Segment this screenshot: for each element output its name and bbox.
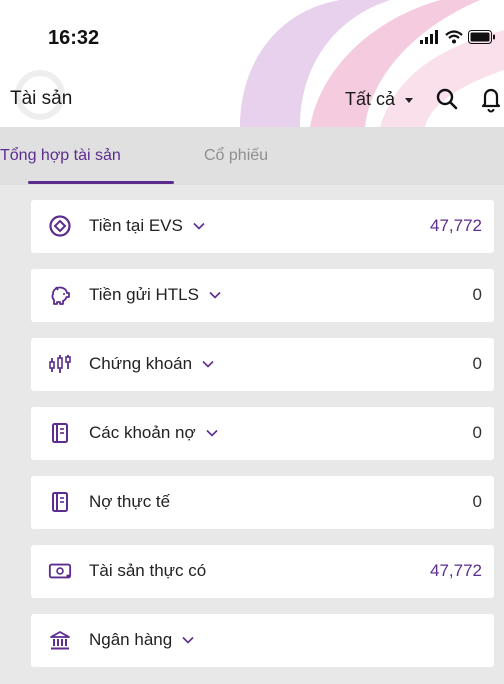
chevron-down-icon [209,291,221,299]
card-label: Tiền gửi HTLS [89,285,221,305]
card-value: 0 [472,492,482,511]
card-value: 47,772 [430,561,482,580]
title-row: Tài sản Tất cả [0,80,504,120]
status-icons [420,28,496,46]
card-label-text: Nợ thực tế [89,492,171,511]
bank-icon [48,628,72,652]
card-label: Nợ thực tế [89,492,170,512]
ledger-icon [48,490,72,514]
signal-icon [420,30,438,44]
card-liabilities[interactable]: Các khoản nợ 0 [31,407,494,460]
asset-content: Tổng hợp tài sản Cổ phiếu Tiền tại EVS 4… [0,127,504,684]
card-value: 0 [472,423,482,442]
search-icon[interactable] [434,86,460,112]
card-label: Ngân hàng [89,630,194,650]
card-label-text: Tiền tại EVS [89,216,183,235]
battery-icon [468,30,495,44]
card-label: Tiền tại EVS [89,216,205,236]
card-value: 0 [472,354,482,373]
card-value: 47,772 [430,216,482,235]
chevron-down-icon [193,222,205,230]
card-securities[interactable]: Chứng khoán 0 [31,338,494,391]
active-tab-indicator [28,181,174,184]
chevron-down-icon [202,360,214,368]
bell-icon[interactable] [478,85,504,113]
candlestick-icon [48,352,72,376]
card-bank[interactable]: Ngân hàng [31,614,494,667]
card-label-text: Tài sản thực có [89,561,207,580]
tab-asset-summary[interactable]: Tổng hợp tài sản [0,147,121,165]
tab-stocks[interactable]: Cổ phiếu [204,147,268,165]
ledger-icon [48,421,72,445]
filter-dropdown[interactable]: Tất cả [345,84,414,114]
chevron-down-icon [206,429,218,437]
wifi-icon [445,30,463,44]
card-label-text: Các khoản nợ [89,423,196,442]
chevron-down-icon [182,636,194,644]
card-evs-cash[interactable]: Tiền tại EVS 47,772 [31,200,494,253]
app-header: 16:32 Tài sản Tất cả [0,0,504,127]
card-label-text: Tiền gửi HTLS [89,285,199,304]
card-actual-debt[interactable]: Nợ thực tế 0 [31,476,494,529]
caret-down-icon [405,97,414,103]
status-time: 16:32 [48,27,100,49]
banknote-icon [48,559,72,583]
card-htls-deposit[interactable]: Tiền gửi HTLS 0 [31,269,494,322]
card-label: Các khoản nợ [89,423,218,443]
tab-bar: Tổng hợp tài sản Cổ phiếu [0,127,504,185]
target-icon [48,214,72,238]
card-label: Tài sản thực có [89,561,206,581]
page-title: Tài sản [10,88,73,109]
card-label: Chứng khoán [89,354,214,374]
status-bar: 16:32 [0,0,504,70]
card-value: 0 [472,285,482,304]
piggy-bank-icon [48,283,72,307]
card-net-assets[interactable]: Tài sản thực có 47,772 [31,545,494,598]
card-label-text: Chứng khoán [89,354,193,373]
filter-label: Tất cả [345,88,396,109]
card-label-text: Ngân hàng [89,630,173,649]
